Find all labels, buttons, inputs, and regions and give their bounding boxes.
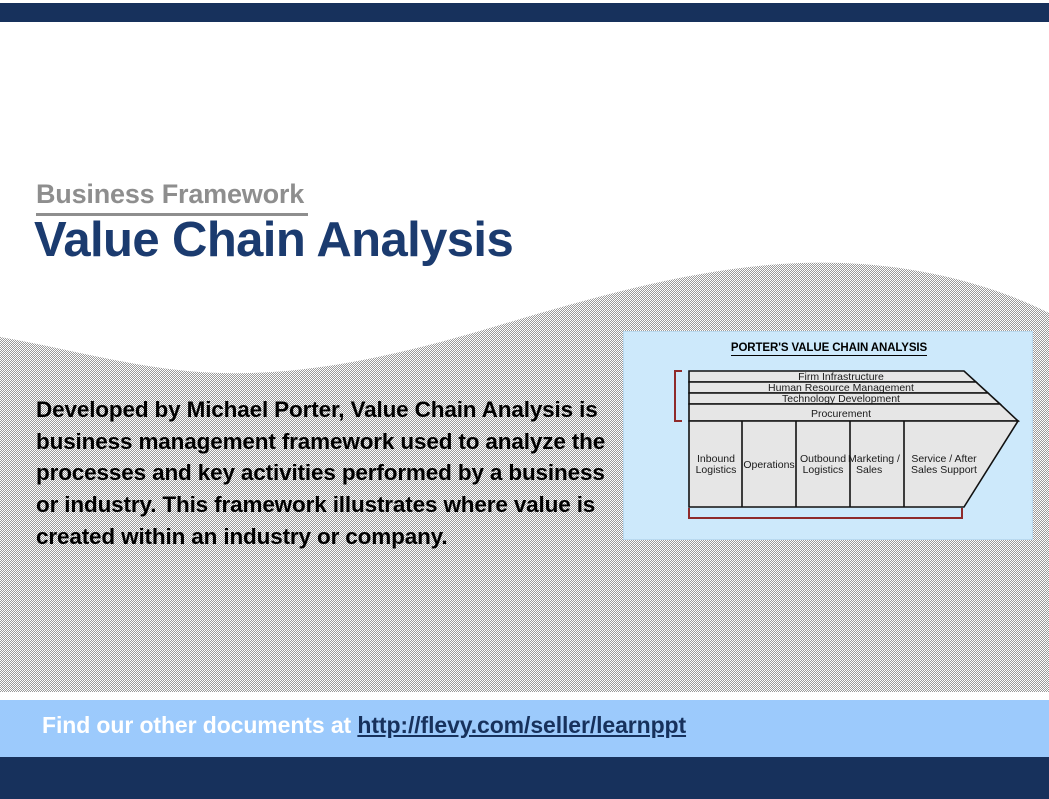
top-accent-band (0, 3, 1049, 22)
primary-col-label-4-line2: Sales Support (911, 464, 977, 476)
slide-canvas: Business Framework Value Chain Analysis … (0, 0, 1049, 799)
primary-col-label-0-line2: Logistics (696, 464, 737, 476)
footer-text: Find our other documents at http://flevy… (42, 712, 686, 739)
page-title: Value Chain Analysis (34, 213, 514, 267)
bottom-accent-band (0, 757, 1049, 799)
support-row-label-3: Procurement (811, 408, 871, 420)
footer-url-link[interactable]: http://flevy.com/seller/learnppt (357, 712, 686, 738)
value-chain-diagram: PORTER'S VALUE CHAIN ANALYSIS Support Ac… (623, 331, 1033, 751)
primary-col-label-1-line1: Operations (743, 459, 794, 471)
footer-lead-text: Find our other documents at (42, 712, 358, 738)
primary-col-label-3-line2: Sales (856, 464, 882, 476)
primary-col-label-2-line2: Logistics (803, 464, 844, 476)
page-kicker: Business Framework (36, 179, 309, 216)
body-paragraph: Developed by Michael Porter, Value Chain… (36, 397, 606, 549)
support-activities-bracket (674, 370, 682, 422)
value-chain-arrow-graphic: Firm Infrastructure Human Resource Manag… (674, 370, 1021, 519)
support-row-label-2: Technology Development (782, 393, 900, 405)
primary-activities-bracket (688, 508, 963, 519)
